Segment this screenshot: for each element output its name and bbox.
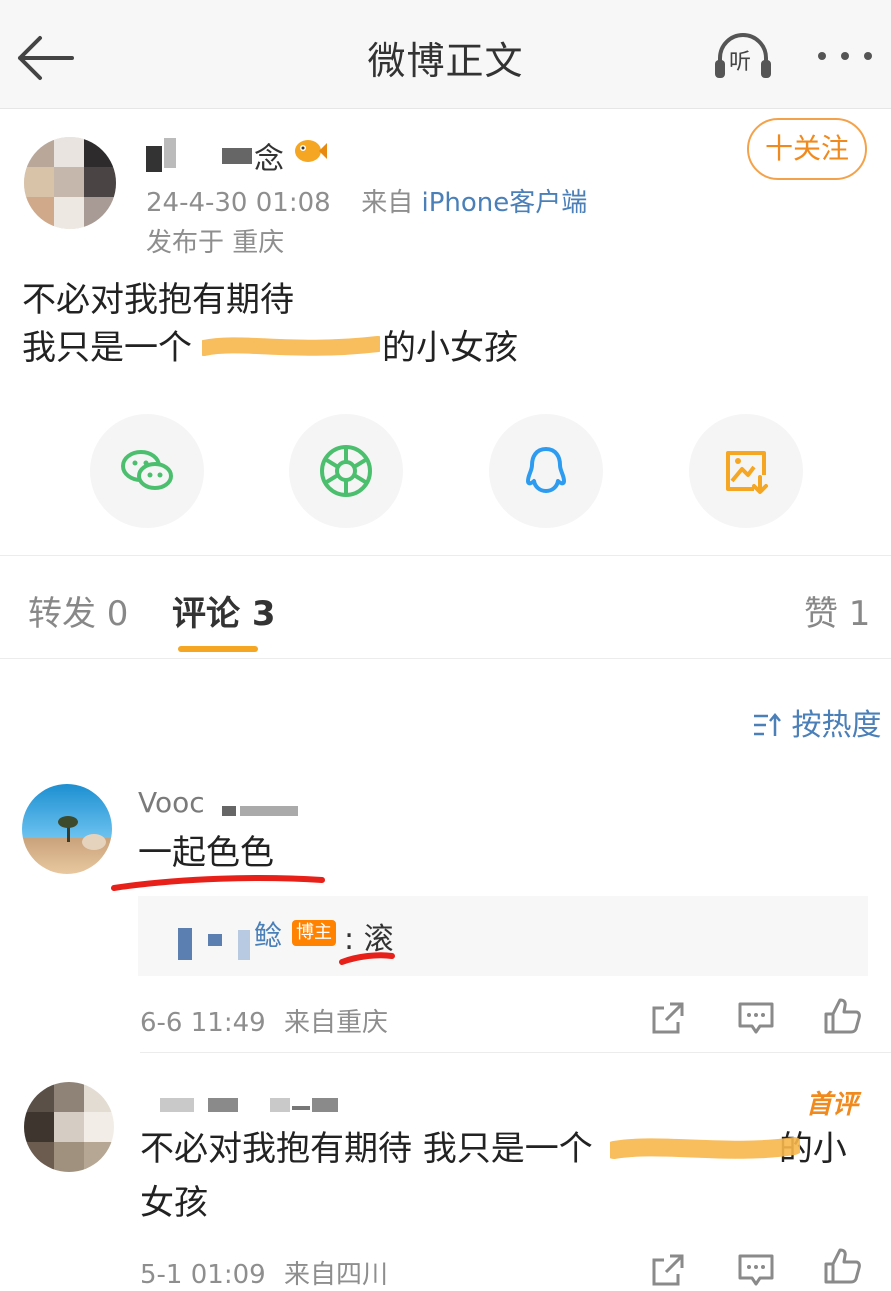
sort-label: 按热度: [791, 708, 882, 743]
save-image-icon: [726, 451, 768, 494]
save-image-button[interactable]: [689, 414, 803, 528]
author-name-text: 念: [254, 142, 284, 177]
comment-time: 5-1 01:09: [140, 1260, 266, 1290]
from-label: 来自: [361, 188, 414, 218]
annotation-underline: [111, 875, 325, 891]
qq-icon: [526, 447, 566, 493]
commenter-name-text: Vooc: [138, 786, 205, 819]
reply-author[interactable]: 鲶: [254, 914, 282, 954]
comment-meta: 5-1 01:09 来自四川: [140, 1254, 388, 1291]
reply-icon[interactable]: [736, 1250, 776, 1290]
share-icon[interactable]: [648, 1250, 688, 1290]
share-qq-button[interactable]: [489, 414, 603, 528]
follow-button[interactable]: 十关注: [747, 118, 867, 180]
moments-icon: [320, 445, 372, 497]
redaction-scribble: [610, 1137, 800, 1159]
comment-meta: 6-6 11:49 来自重庆: [140, 1002, 388, 1039]
tab-comments[interactable]: 评论 3: [172, 586, 276, 635]
post-line-2-prefix: 我只是一个: [22, 328, 192, 368]
comment-text-prefix: 不必对我抱有期待 我只是一个: [140, 1129, 593, 1169]
like-icon[interactable]: [822, 996, 862, 1036]
comment-source: 来自四川: [283, 1260, 388, 1290]
author-badge: 博主: [292, 920, 336, 946]
share-moments-button[interactable]: [289, 414, 403, 528]
divider: [0, 555, 891, 556]
comment-source: 来自重庆: [283, 1008, 388, 1038]
like-icon[interactable]: [822, 1246, 862, 1286]
author-name[interactable]: 念: [146, 134, 346, 177]
sort-icon: [754, 713, 781, 736]
commenter-name[interactable]: [160, 1096, 350, 1116]
first-comment-badge: 首评: [806, 1090, 859, 1120]
listen-label: 听: [729, 50, 752, 75]
post-line-1: 不必对我抱有期待: [22, 280, 294, 320]
share-icon[interactable]: [648, 998, 688, 1038]
redaction-scribble: [202, 336, 380, 356]
author-avatar[interactable]: [24, 137, 116, 229]
post-location: 发布于 重庆: [146, 228, 285, 258]
divider: [140, 1052, 891, 1053]
comment-text-line2: 女孩: [140, 1183, 208, 1223]
post-line-2-suffix: 的小女孩: [382, 328, 518, 368]
reply-icon[interactable]: [736, 998, 776, 1038]
wechat-icon: [121, 450, 173, 490]
commenter-name[interactable]: Vooc: [138, 786, 338, 826]
reply-box[interactable]: 鲶 博主 : 滚: [138, 896, 868, 976]
share-wechat-button[interactable]: [90, 414, 204, 528]
comment-time: 6-6 11:49: [140, 1008, 266, 1038]
tree-image: [58, 816, 106, 850]
tab-repost[interactable]: 转发 0: [28, 586, 128, 635]
listen-button[interactable]: 听: [712, 30, 774, 82]
active-tab-indicator: [178, 646, 258, 652]
commenter-avatar[interactable]: [22, 784, 112, 874]
post-time: 24-4-30 01:08: [146, 188, 331, 218]
commenter-avatar[interactable]: [24, 1082, 114, 1172]
annotation-underline: [339, 952, 395, 965]
tab-likes[interactable]: 赞 1: [804, 586, 870, 635]
post-meta: 24-4-30 01:08 来自 iPhone客户端: [146, 182, 587, 219]
client-link[interactable]: iPhone客户端: [421, 188, 587, 218]
top-nav-bar: 微博正文 听: [0, 0, 891, 109]
fish-badge-icon: [295, 140, 327, 162]
more-dots-icon: [818, 52, 872, 60]
more-button[interactable]: [812, 38, 878, 74]
divider: [0, 658, 891, 659]
sort-button[interactable]: 按热度: [752, 700, 882, 744]
